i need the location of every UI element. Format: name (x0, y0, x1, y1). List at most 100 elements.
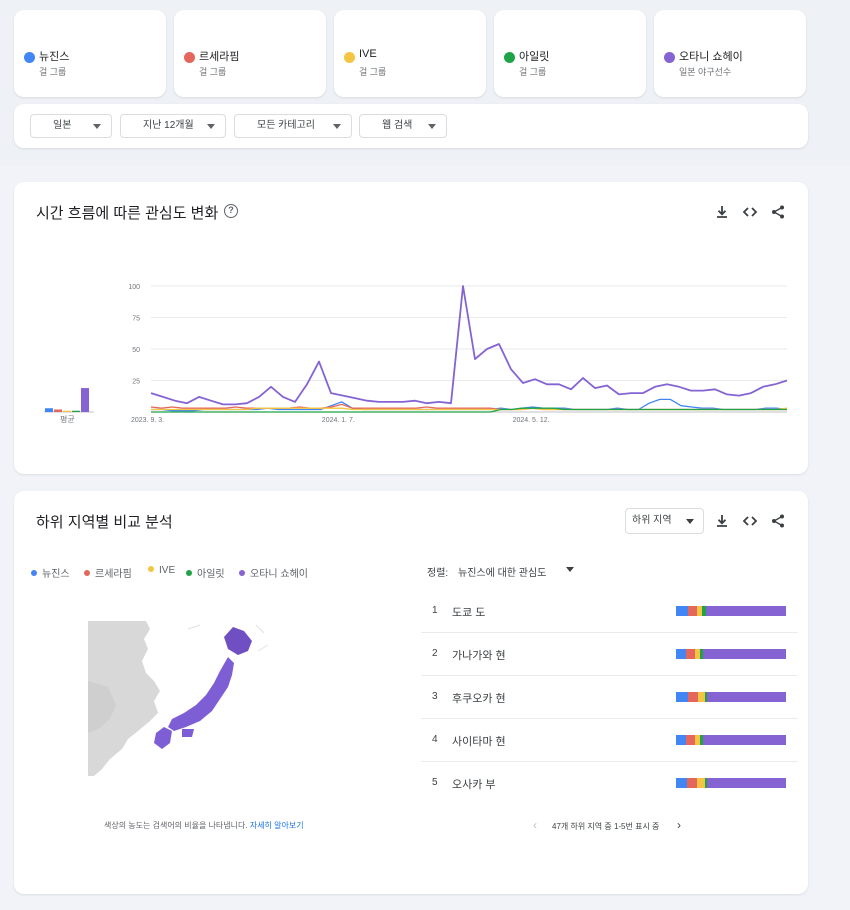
period-filter-label: 지난 12개월 (143, 120, 194, 131)
rank-number: 1 (432, 605, 438, 616)
y-tick-label: 50 (132, 347, 140, 354)
table-row[interactable]: 4 사이타마 현 (421, 719, 798, 762)
legend-dot (84, 570, 90, 576)
japan-map[interactable] (88, 621, 278, 776)
legend-label: 르세라핌 (95, 569, 132, 580)
rank-number: 5 (432, 777, 438, 788)
caret-down-icon (686, 519, 694, 524)
term-name: 아일릿 (519, 51, 550, 63)
region-name: 가나가와 현 (452, 650, 506, 662)
legend-dot (148, 566, 154, 572)
average-bar (54, 409, 62, 412)
term-card-3[interactable]: IVE 걸 그룹 (334, 10, 486, 97)
term-name: 르세라핌 (199, 51, 240, 63)
term-category: 걸 그룹 (359, 67, 387, 77)
legend-label: IVE (159, 565, 176, 576)
term-category: 걸 그룹 (39, 67, 67, 77)
share-segment (703, 735, 786, 745)
interest-over-time-card: 시간 흐름에 따른 관심도 변화 ? 100 75 50 25 2023. 9. 3. 2… (14, 182, 808, 474)
chevron-left-icon[interactable]: ‹ (533, 818, 537, 832)
average-bar (45, 408, 53, 412)
rank-number: 4 (432, 734, 438, 745)
interest-chart: 100 75 50 25 2023. 9. 3. 2024. 1. 7. 2024. 5. … (44, 284, 788, 424)
category-filter[interactable]: 모든 카테고리 (234, 114, 352, 138)
search-type-filter[interactable]: 웹 검색 (359, 114, 447, 138)
share-segment (706, 692, 786, 702)
region-filter[interactable]: 일본 (30, 114, 112, 138)
share-bar (676, 778, 786, 788)
legend-dot (186, 570, 192, 576)
map-note: 색상의 농도는 검색어의 비율을 나타냅니다. 자세히 알아보기 (104, 820, 304, 831)
term-card-4[interactable]: 아일릿 걸 그룹 (494, 10, 646, 97)
term-color-dot (184, 52, 195, 63)
legend-item: IVE (148, 565, 175, 576)
series-line (150, 285, 788, 406)
legend-item: 오타니 쇼헤이 (239, 565, 308, 580)
embed-icon[interactable] (742, 513, 758, 529)
term-color-dot (504, 52, 515, 63)
table-row[interactable]: 1 도쿄 도 (421, 590, 798, 633)
region-name: 오사카 부 (452, 779, 496, 791)
pagination-text: 47개 하위 지역 중 1-5번 표시 중 (552, 822, 660, 831)
legend-label: 뉴진스 (42, 569, 70, 580)
share-segment (705, 606, 786, 616)
y-tick-label: 75 (132, 316, 140, 323)
region-name: 후쿠오카 현 (452, 693, 506, 705)
category-filter-label: 모든 카테고리 (257, 120, 315, 131)
share-segment (687, 778, 697, 788)
legend-item: 아일릿 (186, 565, 225, 580)
subregion-dropdown-label: 하위 지역 (632, 515, 672, 526)
share-bar (676, 649, 786, 659)
subregion-dropdown[interactable]: 하위 지역 (625, 508, 704, 534)
term-color-dot (664, 52, 675, 63)
term-category: 일본 야구선수 (679, 67, 732, 77)
share-segment (688, 692, 698, 702)
term-card-2[interactable]: 르세라핌 걸 그룹 (174, 10, 326, 97)
caret-down-icon[interactable] (566, 567, 574, 572)
legend-label: 오타니 쇼헤이 (250, 569, 308, 580)
legend-label: 아일릿 (197, 569, 225, 580)
section-title: 하위 지역별 비교 분석 (36, 514, 173, 531)
share-segment (676, 692, 689, 702)
share-segment (676, 606, 689, 616)
term-card-5[interactable]: 오타니 쇼헤이 일본 야구선수 (654, 10, 806, 97)
share-segment (688, 606, 697, 616)
share-icon[interactable] (770, 513, 786, 529)
y-tick-label: 25 (132, 379, 140, 386)
sort-value[interactable]: 뉴진스에 대한 관심도 (458, 564, 546, 579)
share-segment (676, 649, 686, 659)
average-bar (63, 410, 71, 412)
x-tick-label: 2024. 1. 7. (322, 417, 355, 424)
table-row[interactable]: 5 오사카 부 (421, 762, 798, 805)
share-bar (676, 606, 786, 616)
term-color-dot (344, 52, 355, 63)
search-type-filter-label: 웹 검색 (382, 120, 413, 131)
term-category: 걸 그룹 (519, 67, 547, 77)
period-filter[interactable]: 지난 12개월 (120, 114, 226, 138)
y-tick-label: 100 (128, 284, 140, 291)
term-name: 뉴진스 (39, 51, 70, 63)
share-segment (696, 778, 705, 788)
average-label: 평균 (60, 415, 75, 424)
average-bar (81, 388, 89, 412)
caret-down-icon (207, 124, 215, 129)
table-row[interactable]: 2 가나가와 현 (421, 633, 798, 676)
legend-dot (239, 570, 245, 576)
caret-down-icon (428, 124, 436, 129)
chevron-right-icon[interactable]: › (677, 818, 681, 832)
share-bar (676, 735, 786, 745)
share-segment (685, 735, 695, 745)
caret-down-icon (333, 124, 341, 129)
average-bar (72, 410, 80, 412)
x-tick-label: 2024. 5. 12. (513, 417, 550, 424)
learn-more-link[interactable]: 자세히 알아보기 (250, 821, 304, 830)
share-segment (703, 649, 786, 659)
shikoku-shape[interactable] (182, 729, 194, 737)
table-row[interactable]: 3 후쿠오카 현 (421, 676, 798, 719)
term-card-1[interactable]: 뉴진스 걸 그룹 (14, 10, 166, 97)
legend-item: 뉴진스 (31, 565, 70, 580)
sort-label: 정렬: (427, 568, 449, 579)
share-segment (706, 778, 786, 788)
download-icon[interactable] (714, 513, 730, 529)
region-filter-label: 일본 (53, 120, 72, 131)
